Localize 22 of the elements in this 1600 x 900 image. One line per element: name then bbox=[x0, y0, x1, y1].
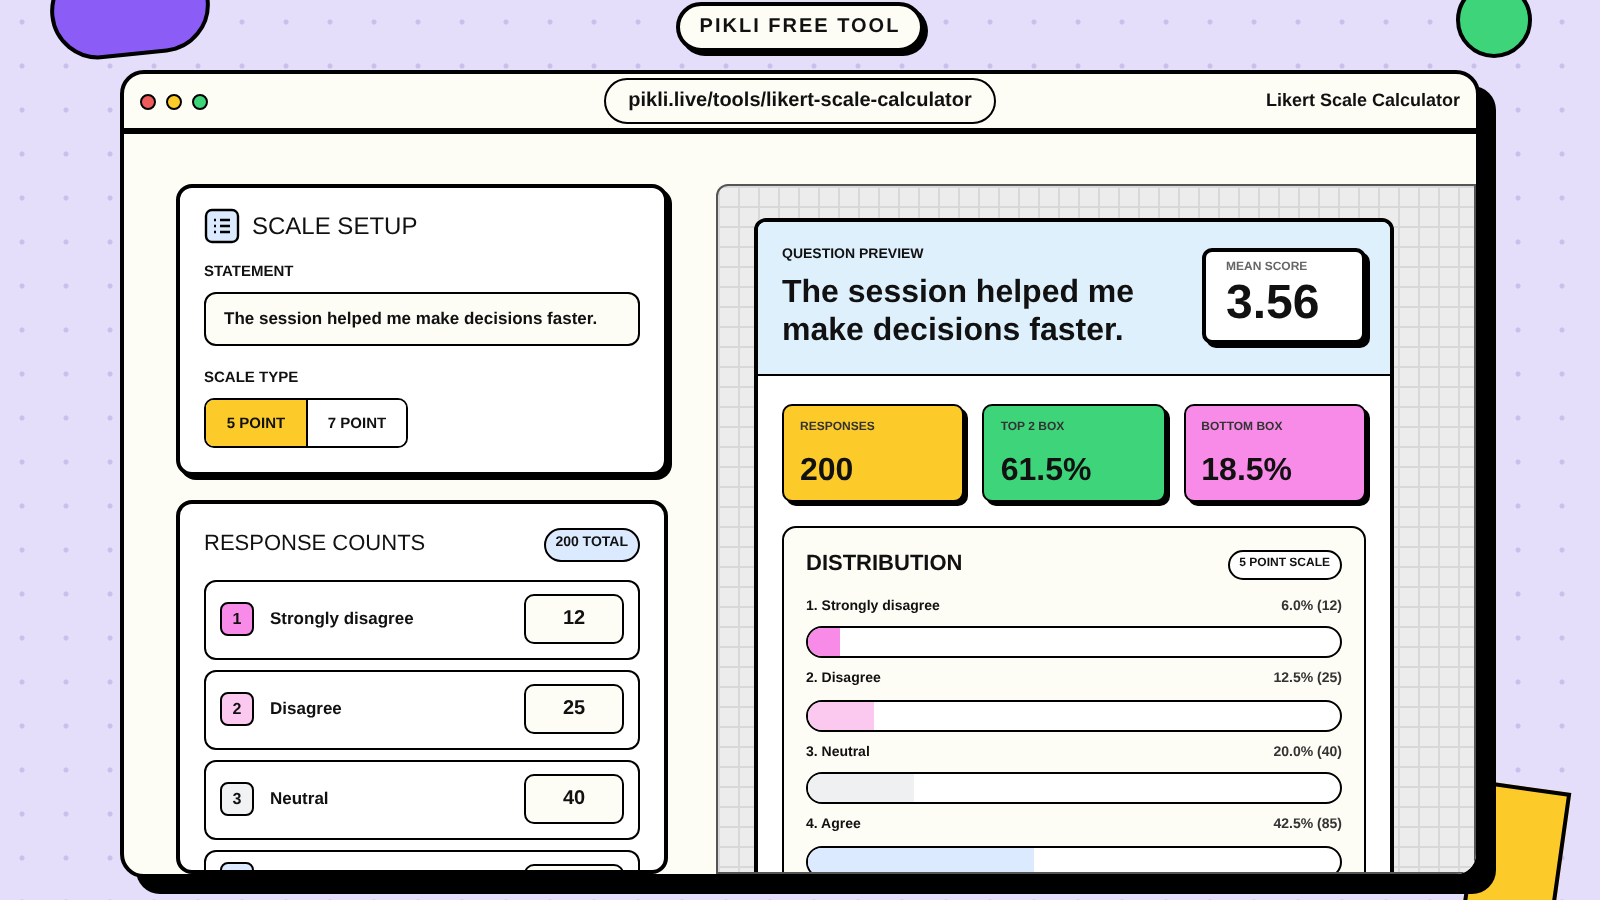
tool-badge: PIKLI FREE TOOL bbox=[675, 2, 925, 52]
card-title: RESPONSE COUNTS bbox=[204, 530, 426, 560]
statement-field[interactable]: The session helped me make decisions faster. bbox=[204, 292, 640, 346]
stat-value: 61.5% bbox=[1000, 452, 1094, 492]
count-field[interactable]: 40 bbox=[524, 774, 624, 824]
list-icon bbox=[204, 208, 240, 244]
answer-label: Neutral bbox=[270, 786, 331, 812]
card-title: DISTRIBUTION bbox=[806, 550, 963, 580]
count-field[interactable]: 25 bbox=[524, 684, 624, 734]
question-text: The session helped me make decisions faster. bbox=[782, 273, 1137, 349]
stat-value: 200 bbox=[800, 452, 856, 492]
number-badge: 3 bbox=[220, 782, 254, 816]
answer-label: Disagree bbox=[270, 696, 344, 722]
card-title: SCALE SETUP bbox=[252, 210, 418, 244]
number-badge: 2 bbox=[220, 692, 254, 726]
page-title: Likert Scale Calculator bbox=[1265, 87, 1460, 114]
mean-score: 3.56 bbox=[1226, 278, 1322, 330]
stat-value: 18.5% bbox=[1201, 452, 1295, 492]
count-field[interactable]: 12 bbox=[524, 594, 624, 644]
url-bar[interactable]: pikli.live/tools/likert-scale-calculator bbox=[604, 78, 996, 124]
number-badge: 1 bbox=[220, 602, 254, 636]
answer-label: Strongly disagree bbox=[270, 606, 416, 632]
